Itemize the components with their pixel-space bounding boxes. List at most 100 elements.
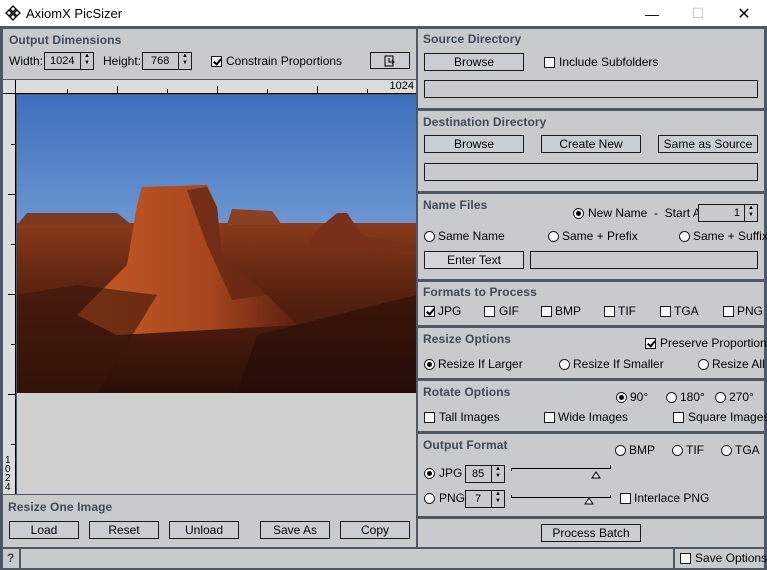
ruler-tick <box>11 144 15 145</box>
destination-browse-button[interactable]: Browse <box>424 135 524 153</box>
spinner-arrows-icon[interactable]: ▲ ▼ <box>178 53 191 69</box>
rotate-90-radio[interactable] <box>616 392 627 403</box>
rotate-270-radio[interactable] <box>715 392 726 403</box>
rotate-180-radio[interactable] <box>666 392 677 403</box>
format-gif-checkbox[interactable] <box>484 306 495 317</box>
source-browse-button[interactable]: Browse <box>424 53 524 71</box>
output-tif-radio[interactable] <box>672 445 683 456</box>
ruler-tick <box>267 89 268 93</box>
png-compression-slider[interactable] <box>511 490 611 506</box>
unload-button[interactable]: Unload <box>169 521 239 539</box>
output-tga-radio[interactable] <box>721 445 732 456</box>
name-files-panel: Name Files New Name - Start At: 1 ▲ ▼ Sam… <box>418 194 767 279</box>
resize-all-radio[interactable] <box>698 359 709 370</box>
save-options-checkbox[interactable] <box>680 553 691 564</box>
help-button[interactable]: ? <box>7 551 14 565</box>
resize-if-smaller-radio[interactable] <box>559 359 570 370</box>
jpg-quality-slider[interactable] <box>511 465 611 481</box>
output-png-label: PNG <box>439 491 466 505</box>
height-spinner[interactable]: 768 ▲ ▼ <box>142 52 192 70</box>
source-directory-panel: Source Directory Browse Include Subfolde… <box>418 29 764 108</box>
minimize-button[interactable]: — <box>629 0 675 27</box>
jpg-quality-spinner[interactable]: 85 ▲ ▼ <box>465 465 505 483</box>
horizontal-ruler: 0 1024 <box>3 80 416 94</box>
title-bar: AxiomX PicSizer — ☐ ✕ <box>0 0 767 27</box>
ruler-tick <box>8 294 15 295</box>
spinner-arrows-icon[interactable]: ▲ ▼ <box>491 466 504 482</box>
include-subfolders-label: Include Subfolders <box>559 55 659 69</box>
format-png-checkbox[interactable] <box>723 306 734 317</box>
wide-images-checkbox[interactable] <box>544 412 555 423</box>
formats-title: Formats to Process <box>423 285 537 299</box>
width-label: Width: <box>9 54 44 68</box>
tall-images-checkbox[interactable] <box>424 412 435 423</box>
constrain-proportions-label: Constrain Proportions <box>226 54 343 68</box>
name-text-field[interactable] <box>530 251 758 269</box>
fit-to-window-icon <box>384 55 395 66</box>
square-images-checkbox[interactable] <box>673 412 684 423</box>
app-logo-icon <box>5 5 21 21</box>
spinner-arrows-icon[interactable]: ▲ ▼ <box>80 53 93 69</box>
save-options-label: Save Options <box>695 551 767 565</box>
same-prefix-radio[interactable] <box>548 231 559 242</box>
fit-to-window-button[interactable] <box>370 52 410 69</box>
width-spinner[interactable]: 1024 ▲ ▼ <box>44 52 94 70</box>
source-path-field[interactable] <box>424 80 758 98</box>
vertical-ruler: 1024 <box>3 94 16 494</box>
interlace-png-checkbox[interactable] <box>620 493 631 504</box>
same-suffix-label: Same + Suffix <box>693 229 767 243</box>
save-as-button[interactable]: Save As <box>260 521 330 539</box>
constrain-proportions-checkbox[interactable] <box>211 56 222 67</box>
output-tif-label: TIF <box>686 443 704 457</box>
spinner-arrows-icon[interactable]: ▲ ▼ <box>744 205 757 221</box>
height-label: Height: <box>103 54 142 68</box>
start-at-spinner[interactable]: 1 ▲ ▼ <box>698 204 758 222</box>
output-dimensions-title: Output Dimensions <box>9 33 122 47</box>
width-value[interactable]: 1024 <box>50 55 74 67</box>
close-button[interactable]: ✕ <box>721 0 767 27</box>
ruler-tick <box>317 86 318 93</box>
format-jpg-checkbox[interactable] <box>424 306 435 317</box>
preserve-proportions-checkbox[interactable] <box>645 338 656 349</box>
output-jpg-radio[interactable] <box>424 468 435 479</box>
format-tif-label: TIF <box>618 304 636 318</box>
spinner-arrows-icon[interactable]: ▲ ▼ <box>491 491 504 507</box>
include-subfolders-checkbox[interactable] <box>544 57 555 68</box>
jpg-quality-value[interactable]: 85 <box>472 468 484 480</box>
output-bmp-radio[interactable] <box>615 445 626 456</box>
ruler-tick <box>67 89 68 93</box>
reset-button[interactable]: Reset <box>89 521 159 539</box>
start-at-value[interactable]: 1 <box>734 207 740 219</box>
process-batch-button[interactable]: Process Batch <box>541 524 641 542</box>
create-new-button[interactable]: Create New <box>541 135 641 153</box>
copy-button[interactable]: Copy <box>340 521 410 539</box>
preview-image <box>17 95 416 393</box>
load-button[interactable]: Load <box>9 521 79 539</box>
same-suffix-radio[interactable] <box>679 231 690 242</box>
same-name-radio[interactable] <box>424 231 435 242</box>
format-tga-checkbox[interactable] <box>660 306 671 317</box>
format-bmp-checkbox[interactable] <box>541 306 552 317</box>
ruler-h-end: 1024 <box>389 80 414 92</box>
height-value[interactable]: 768 <box>151 55 169 67</box>
png-compression-spinner[interactable]: 7 ▲ ▼ <box>465 490 505 508</box>
formats-panel: Formats to Process JPG GIF BMP TIF TGA P… <box>418 282 764 325</box>
tall-images-label: Tall Images <box>439 410 500 424</box>
destination-path-field[interactable] <box>424 163 758 181</box>
interlace-png-label: Interlace PNG <box>634 491 710 505</box>
rotate-270-label: 270° <box>729 390 754 404</box>
format-gif-label: GIF <box>499 304 519 318</box>
enter-text-button[interactable]: Enter Text <box>424 251 524 269</box>
output-png-radio[interactable] <box>424 493 435 504</box>
new-name-radio[interactable] <box>573 208 584 219</box>
slider-thumb-icon[interactable] <box>584 497 594 505</box>
resize-if-larger-radio[interactable] <box>424 359 435 370</box>
output-format-title: Output Format <box>423 438 508 452</box>
slider-thumb-icon[interactable] <box>591 471 601 479</box>
png-compression-value[interactable]: 7 <box>475 493 481 505</box>
image-preview-area[interactable] <box>17 95 416 494</box>
maximize-button[interactable]: ☐ <box>675 0 721 27</box>
format-tif-checkbox[interactable] <box>604 306 615 317</box>
same-as-source-button[interactable]: Same as Source <box>658 135 758 153</box>
process-batch-panel: Process Batch <box>418 519 764 547</box>
